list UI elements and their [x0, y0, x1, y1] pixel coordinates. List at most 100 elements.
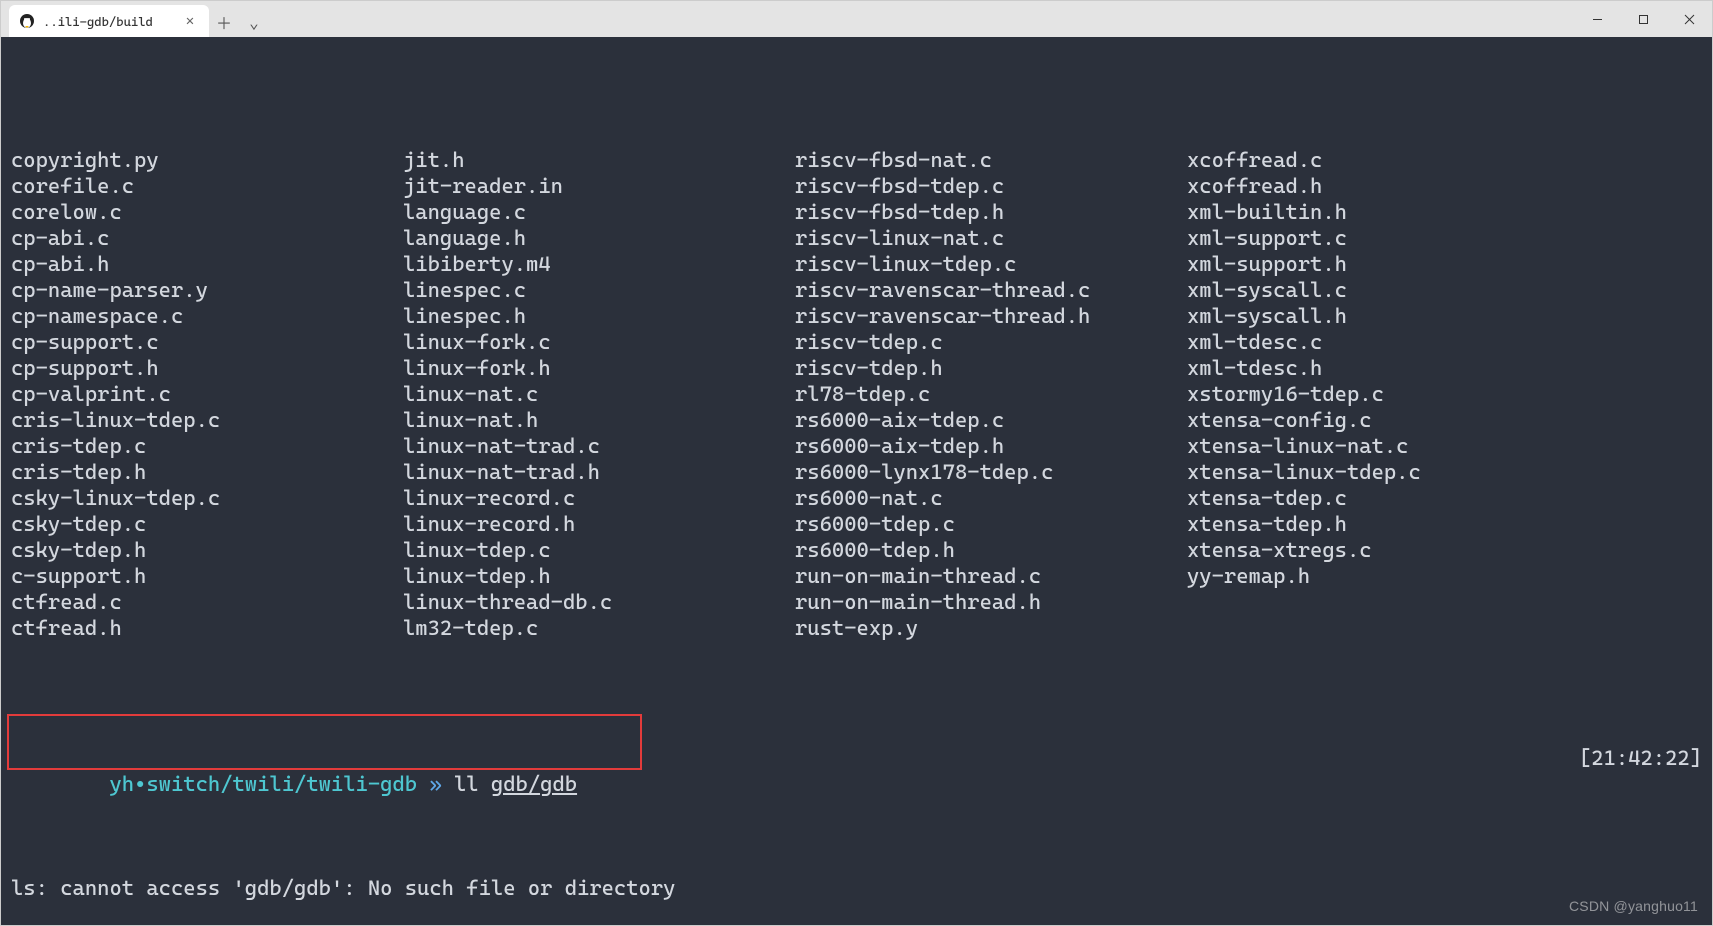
listing-item: c-support.h	[11, 563, 403, 589]
listing-item: rs6000-aix-tdep.h	[795, 433, 1187, 459]
listing-item: linux-fork.h	[403, 355, 795, 381]
close-window-button[interactable]	[1666, 1, 1712, 37]
listing-item: linux-nat-trad.h	[403, 459, 795, 485]
listing-item: rs6000-aix-tdep.c	[795, 407, 1187, 433]
listing-item: language.c	[403, 199, 795, 225]
listing-item: riscv-tdep.h	[795, 355, 1187, 381]
listing-item: cp-abi.h	[11, 251, 403, 277]
listing-item: xtensa-linux-nat.c	[1187, 433, 1421, 459]
listing-item: corefile.c	[11, 173, 403, 199]
listing-item: xtensa-linux-tdep.c	[1187, 459, 1421, 485]
prompt-line: yh•switch/twili/twili-gdb » ll gdb/gdb […	[11, 745, 1702, 823]
listing-item: linux-tdep.c	[403, 537, 795, 563]
titlebar: ..ili-gdb/build ✕ ＋ ⌄	[1, 1, 1712, 37]
listing-item: linux-record.h	[403, 511, 795, 537]
listing-item: jit-reader.in	[403, 173, 795, 199]
listing-item: csky-tdep.c	[11, 511, 403, 537]
listing-item: run-on-main-thread.h	[795, 589, 1187, 615]
timestamp: [21:42:22]	[1579, 745, 1702, 823]
listing-item: cp-name-parser.y	[11, 277, 403, 303]
listing-item: riscv-ravenscar-thread.c	[795, 277, 1187, 303]
listing-item: xml-support.c	[1187, 225, 1421, 251]
listing-item: run-on-main-thread.c	[795, 563, 1187, 589]
listing-item: xml-support.h	[1187, 251, 1421, 277]
listing-item	[1187, 589, 1421, 615]
listing-item: riscv-ravenscar-thread.h	[795, 303, 1187, 329]
listing-item: rust-exp.y	[795, 615, 1187, 641]
minimize-button[interactable]	[1574, 1, 1620, 37]
listing-item: cp-support.c	[11, 329, 403, 355]
listing-column: xcoffread.cxcoffread.hxml-builtin.hxml-s…	[1187, 147, 1421, 641]
listing-item: xtensa-tdep.c	[1187, 485, 1421, 511]
penguin-icon	[19, 13, 35, 29]
listing-item	[1187, 615, 1421, 641]
listing-item: linespec.c	[403, 277, 795, 303]
listing-item: xcoffread.c	[1187, 147, 1421, 173]
tab-title: ..ili-gdb/build	[43, 14, 173, 29]
cmd: ll	[454, 772, 479, 796]
listing-item: riscv-tdep.c	[795, 329, 1187, 355]
listing-item: linux-tdep.h	[403, 563, 795, 589]
listing-item: libiberty.m4	[403, 251, 795, 277]
listing-item: xml-tdesc.c	[1187, 329, 1421, 355]
listing-item: cp-abi.c	[11, 225, 403, 251]
prompt-separator: »	[429, 772, 441, 796]
listing-item: linux-record.c	[403, 485, 795, 511]
listing-item: xtensa-xtregs.c	[1187, 537, 1421, 563]
listing-item: riscv-fbsd-nat.c	[795, 147, 1187, 173]
listing-item: corelow.c	[11, 199, 403, 225]
listing-item: xml-tdesc.h	[1187, 355, 1421, 381]
listing-item: ctfread.c	[11, 589, 403, 615]
listing-item: jit.h	[403, 147, 795, 173]
listing-item: cris-linux-tdep.c	[11, 407, 403, 433]
listing-item: riscv-linux-nat.c	[795, 225, 1187, 251]
listing-item: cp-valprint.c	[11, 381, 403, 407]
app-window: ..ili-gdb/build ✕ ＋ ⌄ copyright.pycorefi…	[0, 0, 1713, 926]
file-listing: copyright.pycorefile.ccorelow.ccp-abi.cc…	[11, 147, 1702, 641]
listing-item: xtensa-config.c	[1187, 407, 1421, 433]
error-output: ls: cannot access 'gdb/gdb': No such fil…	[11, 875, 1702, 901]
listing-column: copyright.pycorefile.ccorelow.ccp-abi.cc…	[11, 147, 403, 641]
listing-item: xml-syscall.h	[1187, 303, 1421, 329]
listing-item: linux-thread-db.c	[403, 589, 795, 615]
listing-item: linux-nat.h	[403, 407, 795, 433]
listing-item: rs6000-lynx178-tdep.c	[795, 459, 1187, 485]
tabs-area: ..ili-gdb/build ✕ ＋ ⌄	[1, 1, 269, 37]
cmd-arg: gdb/gdb	[491, 772, 577, 796]
listing-item: rs6000-tdep.h	[795, 537, 1187, 563]
listing-column: riscv-fbsd-nat.criscv-fbsd-tdep.criscv-f…	[795, 147, 1187, 641]
listing-item: cp-support.h	[11, 355, 403, 381]
tab-dropdown-button[interactable]: ⌄	[239, 7, 269, 37]
listing-item: riscv-linux-tdep.c	[795, 251, 1187, 277]
listing-item: riscv-fbsd-tdep.c	[795, 173, 1187, 199]
listing-item: xstormy16-tdep.c	[1187, 381, 1421, 407]
prompt-user: yh	[109, 772, 134, 796]
listing-item: xml-syscall.c	[1187, 277, 1421, 303]
listing-item: csky-linux-tdep.c	[11, 485, 403, 511]
listing-item: linespec.h	[403, 303, 795, 329]
tab-active[interactable]: ..ili-gdb/build ✕	[9, 5, 209, 37]
listing-item: language.h	[403, 225, 795, 251]
listing-item: riscv-fbsd-tdep.h	[795, 199, 1187, 225]
watermark: CSDN @yanghuo11	[1569, 893, 1698, 919]
listing-item: xtensa-tdep.h	[1187, 511, 1421, 537]
maximize-button[interactable]	[1620, 1, 1666, 37]
listing-item: linux-nat-trad.c	[403, 433, 795, 459]
window-controls	[1574, 1, 1712, 37]
listing-item: csky-tdep.h	[11, 537, 403, 563]
listing-item: rs6000-tdep.c	[795, 511, 1187, 537]
listing-item: linux-nat.c	[403, 381, 795, 407]
listing-item: cris-tdep.c	[11, 433, 403, 459]
listing-item: ctfread.h	[11, 615, 403, 641]
listing-item: linux-fork.c	[403, 329, 795, 355]
listing-item: cp-namespace.c	[11, 303, 403, 329]
new-tab-button[interactable]: ＋	[209, 7, 239, 37]
terminal[interactable]: copyright.pycorefile.ccorelow.ccp-abi.cc…	[1, 37, 1712, 925]
listing-item: yy-remap.h	[1187, 563, 1421, 589]
prompt-path: switch/twili/twili-gdb	[146, 772, 417, 796]
listing-item: rs6000-nat.c	[795, 485, 1187, 511]
listing-item: cris-tdep.h	[11, 459, 403, 485]
listing-item: copyright.py	[11, 147, 403, 173]
listing-column: jit.hjit-reader.inlanguage.clanguage.hli…	[403, 147, 795, 641]
close-tab-button[interactable]: ✕	[181, 12, 199, 30]
